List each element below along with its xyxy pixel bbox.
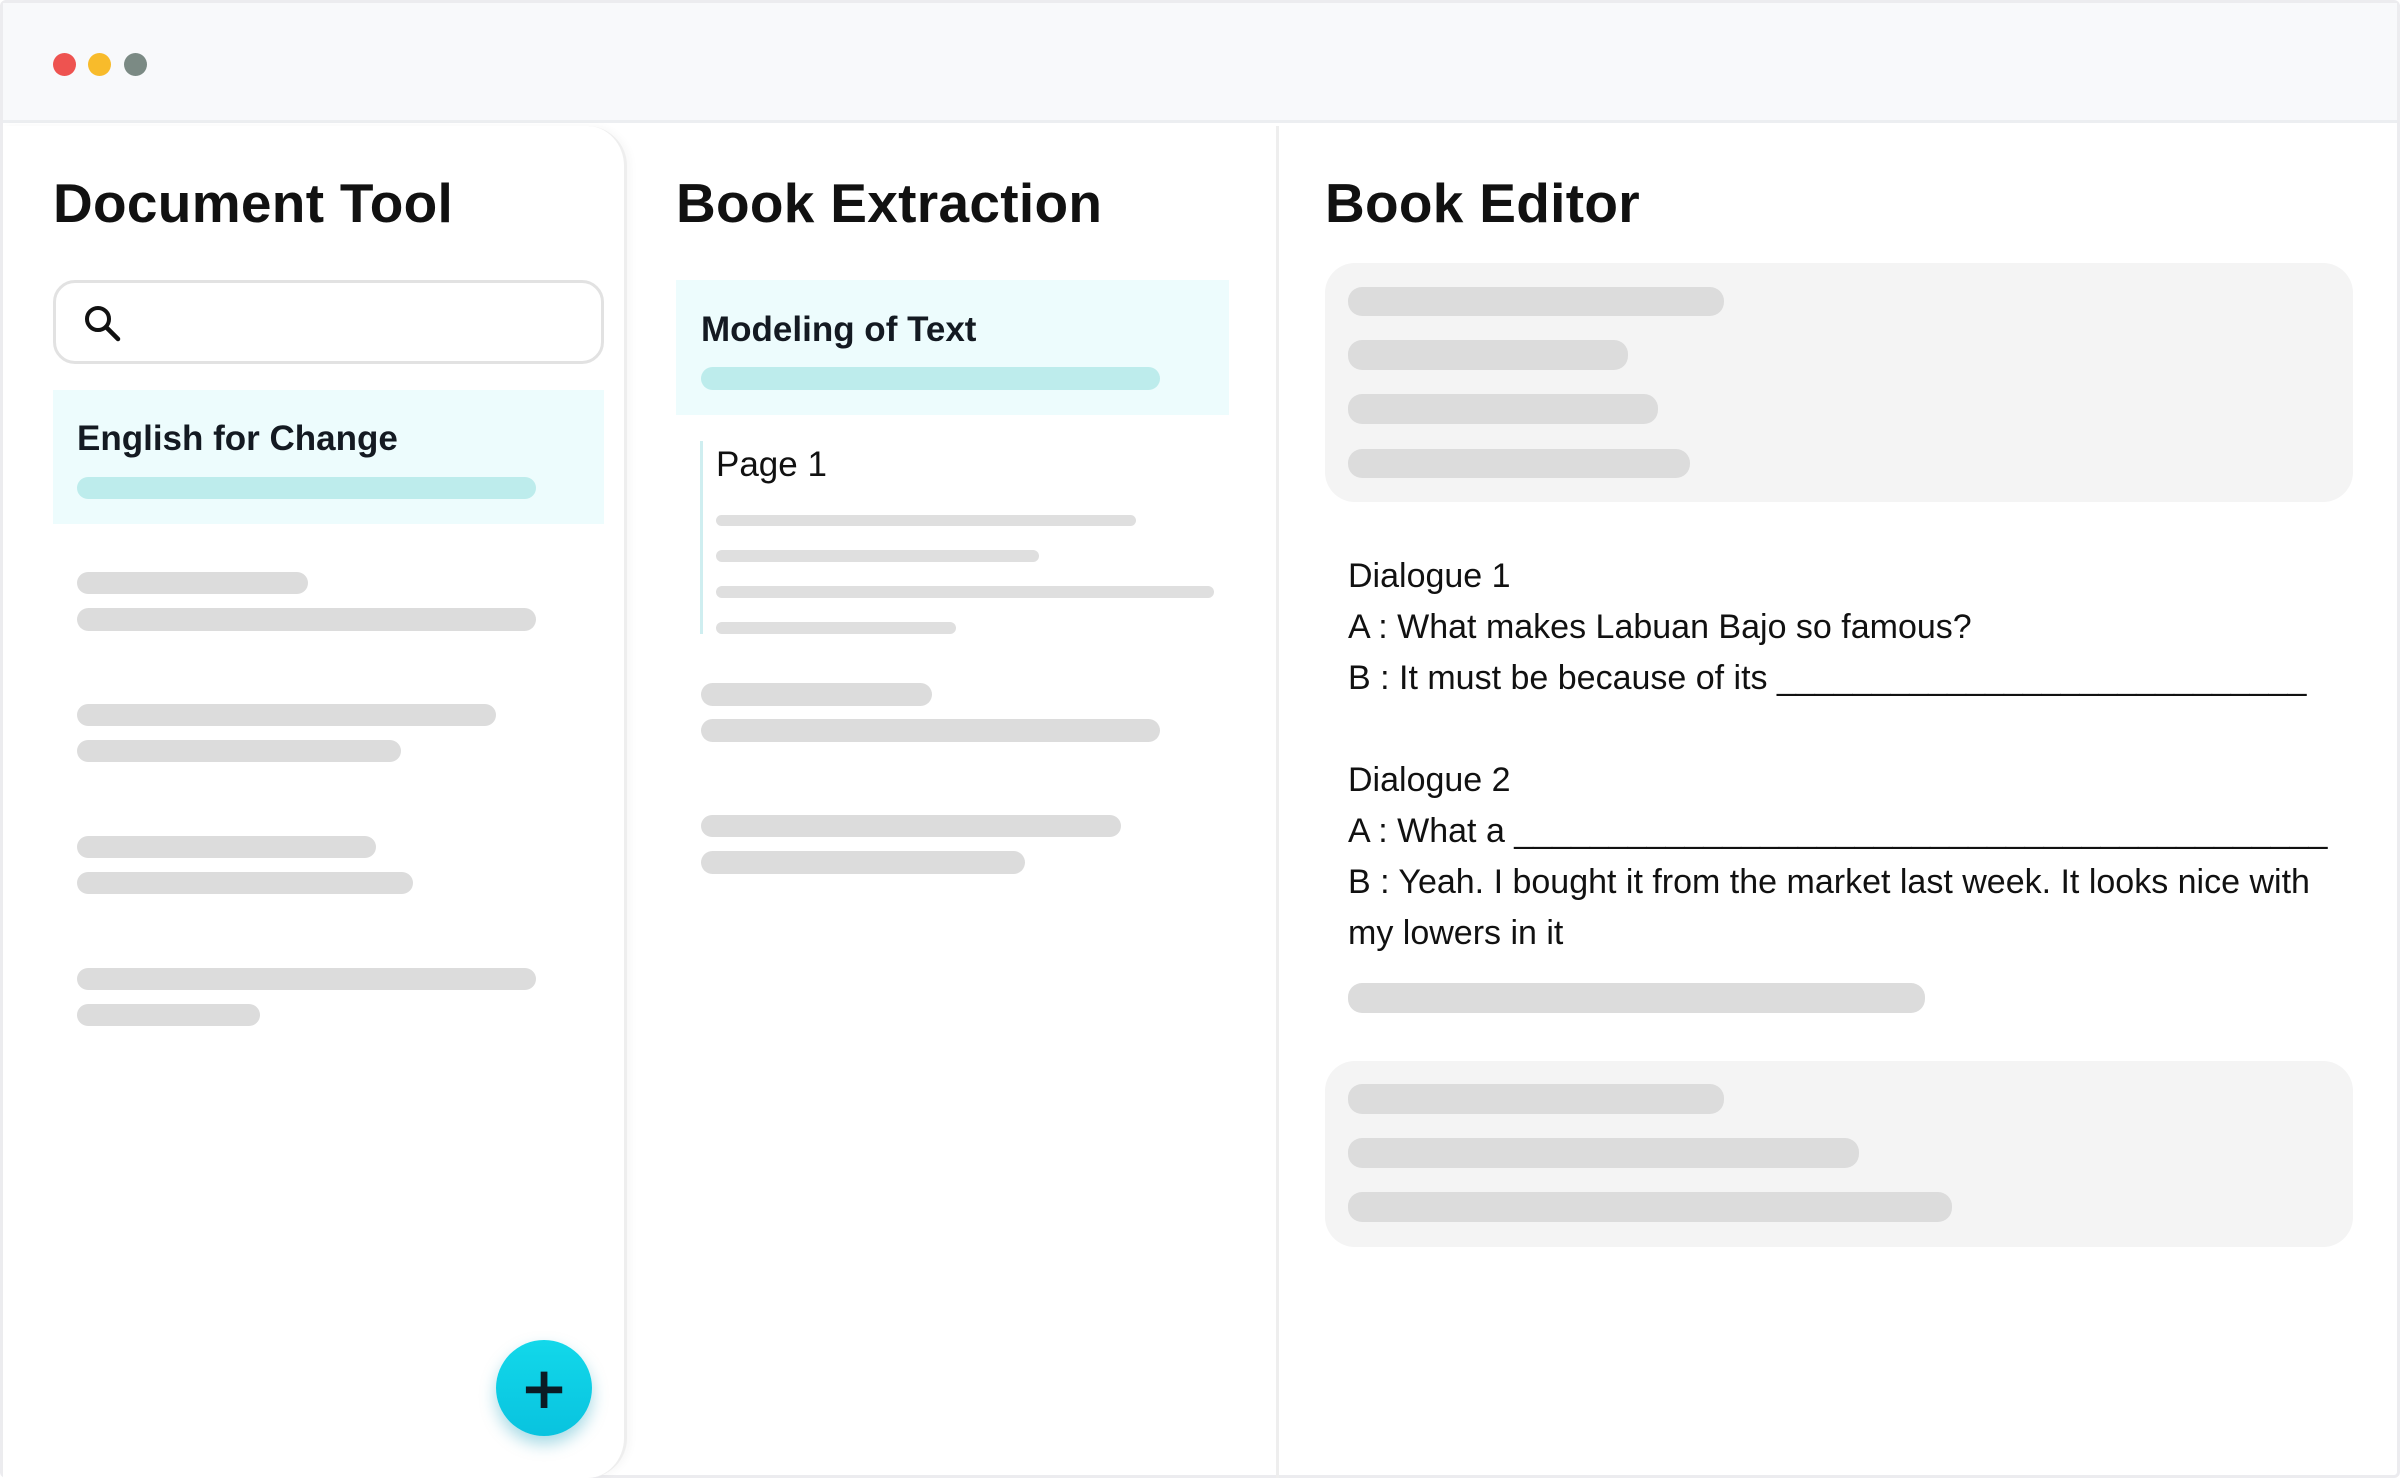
page-text-line [716,515,1136,526]
skeleton-line [77,704,496,726]
dialogue-1-heading: Dialogue 1 [1348,557,1511,595]
book-editor-title: Book Editor [1325,172,1640,234]
dialogue-2-heading: Dialogue 2 [1348,761,1511,799]
skeleton-line [77,608,536,631]
zoom-window-button[interactable] [124,53,147,76]
dialogue-2-line: A : What a _____________________________… [1348,812,2328,850]
dialogue-1-line: A : What makes Labuan Bajo so famous? [1348,608,1972,646]
minimize-window-button[interactable] [88,53,111,76]
app-window: Document Tool English for Change + Book … [0,0,2400,1478]
skeleton-line [1348,287,1724,316]
skeleton-line [77,572,308,594]
skeleton-line [77,872,413,894]
skeleton-line [701,683,932,706]
skeleton-line [77,1004,260,1026]
close-window-button[interactable] [53,53,76,76]
page-indicator-line [700,441,703,634]
skeleton-line [1348,983,1925,1013]
dialogue-1-line: B : It must be because of its __________… [1348,659,2307,697]
dialogue-2-line: B : Yeah. I bought it from the market la… [1348,863,2310,952]
skeleton-line [701,815,1121,837]
skeleton-line [1348,1192,1952,1222]
page-text-line [716,622,956,634]
column-divider [1276,126,1279,1478]
skeleton-line [701,719,1160,742]
page-text-line [716,586,1214,598]
document-item-title: English for Change [77,419,398,458]
book-extraction-title: Book Extraction [676,172,1103,234]
skeleton-line [1348,1138,1859,1168]
skeleton-line [77,740,401,762]
section-item-progress [701,367,1160,390]
skeleton-line [1348,449,1690,478]
page-label[interactable]: Page 1 [716,445,827,485]
dialogue-editor[interactable]: Dialogue 1 A : What makes Labuan Bajo so… [1348,551,2338,959]
document-item-progress [77,477,536,499]
skeleton-line [1348,1084,1724,1114]
document-tool-title: Document Tool [53,172,454,234]
skeleton-line [77,968,536,990]
section-item-title: Modeling of Text [701,310,977,349]
add-document-button[interactable]: + [496,1340,592,1436]
skeleton-line [701,851,1025,874]
title-bar [3,3,2397,123]
search-input[interactable] [53,280,604,364]
skeleton-line [77,836,376,858]
skeleton-line [1348,340,1628,370]
plus-icon: + [519,1354,569,1422]
search-icon [85,306,121,342]
page-text-line [716,550,1039,562]
skeleton-line [1348,394,1658,424]
